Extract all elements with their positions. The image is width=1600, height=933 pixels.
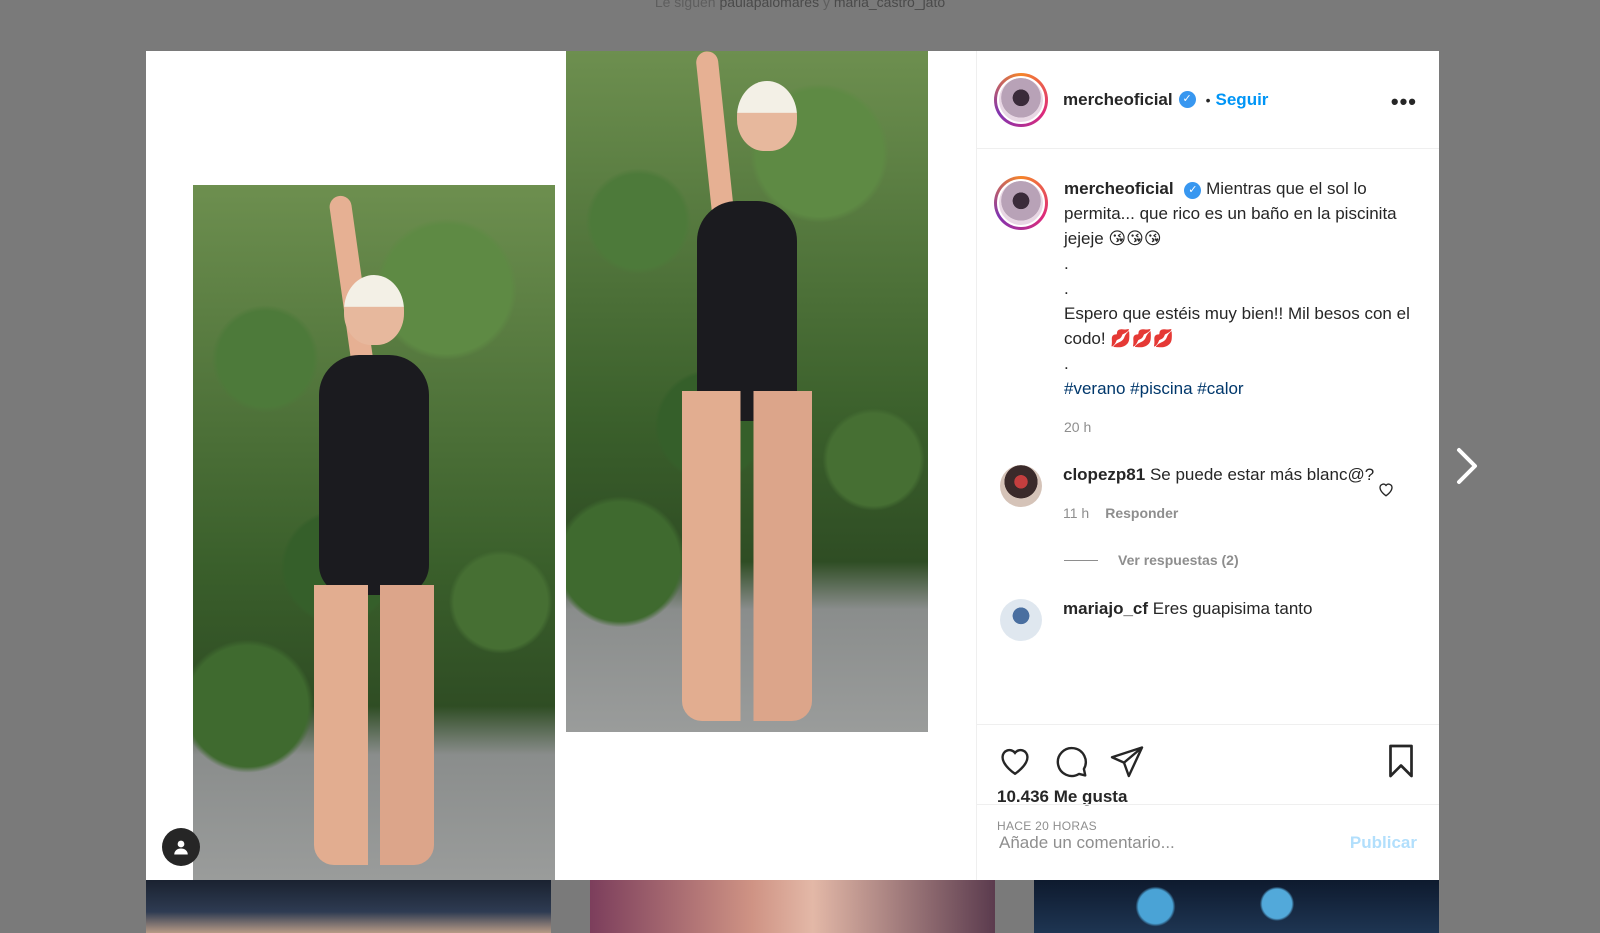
reply-button[interactable]: Responder <box>1105 505 1178 521</box>
replies-divider <box>1064 559 1098 561</box>
head-shape <box>344 275 404 345</box>
verified-icon: ✓ <box>1184 182 1202 199</box>
comment-username[interactable]: clopezp81 <box>1063 465 1145 484</box>
followed-by-joiner: y <box>822 0 830 10</box>
caption-dot: . <box>1064 279 1069 298</box>
comment-input[interactable] <box>999 832 1350 853</box>
swimsuit-shape <box>319 355 429 595</box>
swimsuit-shape <box>697 201 797 421</box>
follow-separator: • <box>1205 91 1211 108</box>
avatar[interactable] <box>1000 465 1042 507</box>
post-sidebar: mercheoficial ✓ • Seguir ••• mercheofici… <box>976 51 1439 880</box>
add-comment-bar: Publicar <box>977 804 1439 880</box>
related-posts-strip <box>146 880 1439 933</box>
view-replies-button[interactable]: Ver respuestas (2) <box>1064 552 1417 568</box>
user-icon <box>174 840 188 855</box>
post-modal: mercheoficial ✓ • Seguir ••• mercheofici… <box>146 51 1439 880</box>
caption-hashtags: #verano #piscina #calor <box>1064 376 1417 401</box>
view-replies-label: Ver respuestas (2) <box>1118 552 1239 568</box>
comment-meta: 11 h Responder <box>1063 501 1377 526</box>
comment-body: clopezp81 Se puede estar más blanc@? 11 … <box>1063 462 1417 526</box>
hashtag-link[interactable]: #piscina <box>1130 379 1192 398</box>
comment-icon[interactable] <box>1053 743 1089 779</box>
like-comment-heart-icon[interactable] <box>1377 480 1395 498</box>
share-icon[interactable] <box>1109 743 1145 779</box>
hashtag-link[interactable]: #calor <box>1197 379 1243 398</box>
related-post-thumbnail[interactable] <box>146 880 551 933</box>
person-figure <box>274 185 474 880</box>
hashtag-link[interactable]: #verano <box>1064 379 1125 398</box>
caption-dot: . <box>1064 354 1069 373</box>
comment-row: mariajo_cf Eres guapisima tanto <box>994 596 1417 641</box>
comment-time[interactable]: 11 h <box>1063 505 1089 521</box>
comment-text: Eres guapisima tanto <box>1152 599 1313 618</box>
more-options-button[interactable]: ••• <box>1391 89 1417 115</box>
related-post-thumbnail[interactable] <box>590 880 995 933</box>
verified-icon: ✓ <box>1178 91 1196 108</box>
caption-body: mercheoficial ✓ Mientras que el sol lo p… <box>1064 176 1417 440</box>
legs-shape <box>682 391 812 721</box>
followed-by-prefix: Le siguen <box>654 0 716 10</box>
person-figure <box>647 51 847 732</box>
followed-by-banner: Le siguen paulapalomares y maria_castro_… <box>0 0 1600 10</box>
caption-row: mercheoficial ✓ Mientras que el sol lo p… <box>994 176 1417 440</box>
caption-dot: . <box>1064 254 1069 273</box>
heart-icon[interactable] <box>997 743 1033 779</box>
avatar[interactable] <box>1000 599 1042 641</box>
follower-link-2[interactable]: maria_castro_jato <box>834 0 945 10</box>
comments-list[interactable]: mercheoficial ✓ Mientras que el sol lo p… <box>977 150 1439 724</box>
post-header: mercheoficial ✓ • Seguir ••• <box>977 51 1439 149</box>
related-post-thumbnail[interactable] <box>1034 880 1439 933</box>
comment-text: Se puede estar más blanc@? <box>1149 465 1375 484</box>
head-shape <box>737 81 797 151</box>
comment-row: clopezp81 Se puede estar más blanc@? 11 … <box>994 462 1417 526</box>
caption-username[interactable]: mercheoficial <box>1064 179 1174 198</box>
post-photo-left <box>193 185 555 880</box>
author-username[interactable]: mercheoficial <box>1063 90 1173 110</box>
caption-time[interactable]: 20 h <box>1064 419 1091 435</box>
chevron-right-icon[interactable] <box>1453 446 1481 486</box>
action-icons <box>997 741 1419 781</box>
publish-button[interactable]: Publicar <box>1350 833 1417 853</box>
caption-text-2: Espero que estéis muy bien!! Mil besos c… <box>1064 304 1410 348</box>
tagged-users-button[interactable] <box>162 828 200 866</box>
post-media[interactable] <box>146 51 976 880</box>
avatar[interactable] <box>994 176 1048 230</box>
comment-body: mariajo_cf Eres guapisima tanto <box>1063 596 1417 641</box>
follow-button[interactable]: Seguir <box>1216 90 1269 110</box>
post-photo-right <box>566 51 928 732</box>
legs-shape <box>314 585 434 865</box>
caption-meta: 20 h <box>1064 415 1417 440</box>
bookmark-icon[interactable] <box>1383 743 1419 779</box>
avatar[interactable] <box>994 72 1048 127</box>
follower-link-1[interactable]: paulapalomares <box>719 0 819 10</box>
comment-username[interactable]: mariajo_cf <box>1063 599 1148 618</box>
